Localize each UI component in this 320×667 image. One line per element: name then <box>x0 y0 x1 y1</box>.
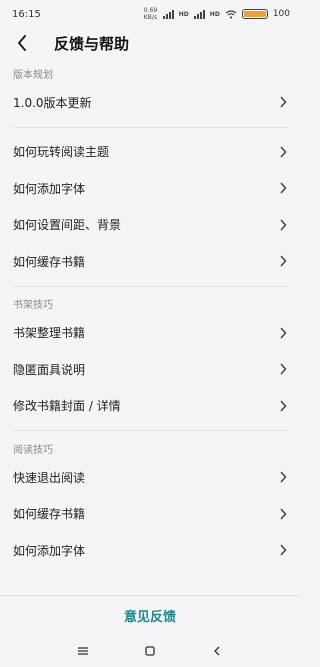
chevron-right-icon <box>280 544 287 556</box>
chevron-right-icon <box>280 327 287 339</box>
chevron-right-icon <box>280 363 287 375</box>
help-list-item[interactable]: 如何添加字体 <box>0 170 300 207</box>
help-item-label: 如何添加字体 <box>13 181 86 196</box>
help-list-item[interactable]: 1.0.0版本更新 <box>0 84 300 121</box>
back-arrow-icon <box>18 35 26 51</box>
menu-icon <box>78 647 89 655</box>
help-list-item[interactable]: 如何设置间距、背景 <box>0 207 300 244</box>
home-square-icon <box>145 646 155 656</box>
section-divider <box>12 430 288 431</box>
help-list-item[interactable]: 如何玩转阅读主题 <box>0 134 300 171</box>
section-label: 版本规划 <box>13 69 53 81</box>
help-list-item[interactable]: 修改书籍封面 / 详情 <box>0 388 300 425</box>
wifi-icon <box>225 9 237 19</box>
back-nav-button[interactable] <box>207 641 227 661</box>
status-time: 16:15 <box>12 8 41 20</box>
help-list-item[interactable]: 如何缓存书籍 <box>0 496 300 533</box>
chevron-right-icon <box>280 96 287 108</box>
feedback-button[interactable]: 意见反馈 <box>124 606 176 625</box>
battery-text: 100 <box>272 9 290 19</box>
chevron-right-icon <box>280 400 287 412</box>
section-divider <box>12 285 288 287</box>
help-list-item[interactable]: 书架整理书籍 <box>0 315 300 352</box>
chevron-right-icon <box>280 471 287 483</box>
menu-nav-button[interactable] <box>73 641 93 661</box>
help-list: 版本规划 1.0.0版本更新 如何玩转阅读主题 如何添加字体 如何设置间距、背景 如何缓存… <box>0 62 300 569</box>
system-navbar <box>0 635 300 667</box>
signal-icon-2 <box>193 9 205 19</box>
section-label: 书架技巧 <box>13 300 53 311</box>
home-nav-button[interactable] <box>140 641 160 661</box>
help-item-label: 如何添加字体 <box>13 543 86 558</box>
hd-badge-2: HD <box>209 10 220 18</box>
help-list-item[interactable]: 如何添加字体 <box>0 532 300 569</box>
chevron-right-icon <box>280 255 287 267</box>
section-divider <box>12 126 288 128</box>
chevron-right-icon <box>280 146 287 158</box>
help-list-item[interactable]: 如何缓存书籍 <box>0 243 300 280</box>
help-list-item[interactable]: 隐匿面具说明 <box>0 351 300 388</box>
signal-icon <box>162 9 174 19</box>
help-item-label: 如何缓存书籍 <box>13 254 86 269</box>
help-item-label: 1.0.0版本更新 <box>13 95 92 110</box>
help-item-label: 快速退出阅读 <box>13 470 86 485</box>
net-speed: 0.69 KB/s <box>143 7 158 21</box>
app-header: 反馈与帮助 <box>0 28 300 58</box>
help-item-label: 如何玩转阅读主题 <box>13 145 110 160</box>
section-label: 阅读技巧 <box>13 444 53 456</box>
chevron-right-icon <box>280 508 287 520</box>
chevron-right-icon <box>280 219 287 231</box>
help-item-label: 隐匿面具说明 <box>13 362 86 377</box>
back-button[interactable] <box>14 35 30 51</box>
battery-icon <box>241 9 268 19</box>
page-title: 反馈与帮助 <box>54 34 130 53</box>
help-item-label: 修改书籍封面 / 详情 <box>13 399 121 414</box>
status-bar: 16:15 0.69 KB/s HD HD 100 <box>0 0 300 28</box>
help-item-label: 如何缓存书籍 <box>13 507 86 522</box>
help-item-label: 如何设置间距、背景 <box>13 218 122 233</box>
footer-bar: 意见反馈 <box>0 595 300 635</box>
status-icons: 0.69 KB/s HD HD 100 <box>144 7 290 21</box>
back-triangle-icon <box>213 646 220 656</box>
chevron-right-icon <box>280 182 287 194</box>
hd-badge-1: HD <box>178 10 189 18</box>
help-list-item[interactable]: 快速退出阅读 <box>0 459 300 496</box>
help-item-label: 书架整理书籍 <box>13 326 86 341</box>
